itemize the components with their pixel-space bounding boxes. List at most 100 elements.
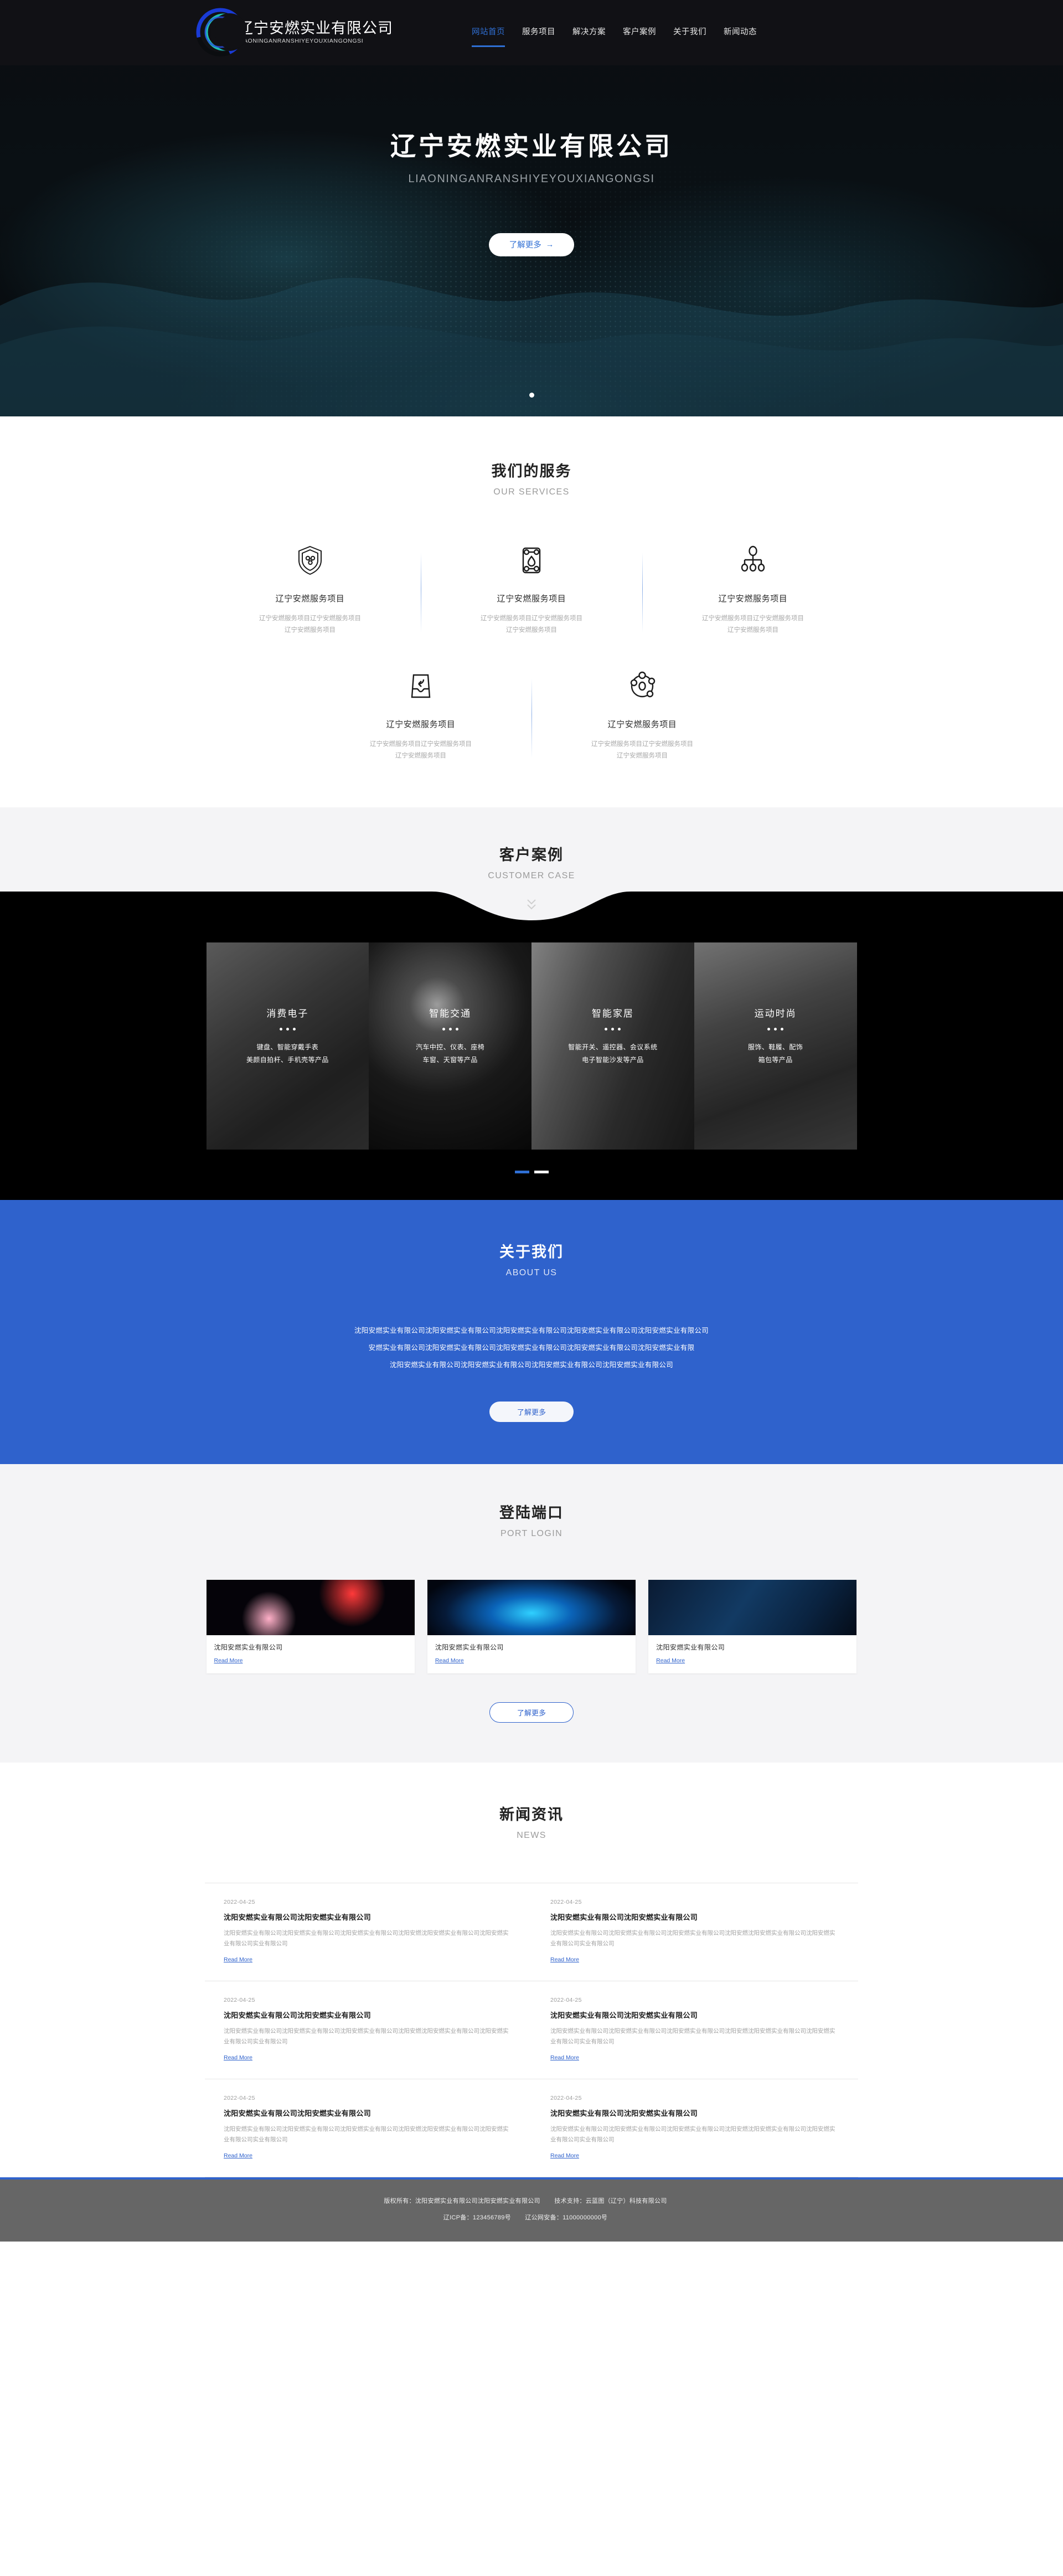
news-date: 2022-04-25	[550, 1899, 582, 1905]
nav-item-6[interactable]: 新闻动态	[724, 25, 757, 40]
case-line-1: 键盘、智能穿戴手表	[256, 1043, 319, 1051]
return-box-icon	[324, 668, 517, 704]
news-read-more-link[interactable]: Read More	[224, 2152, 252, 2159]
service-desc: 辽宁安燃服务项目辽宁安燃服务项目辽宁安燃服务项目	[370, 741, 472, 759]
service-card[interactable]: 辽宁安燃服务项目 辽宁安燃服务项目辽宁安燃服务项目辽宁安燃服务项目	[532, 668, 753, 762]
news-date: 2022-04-25	[224, 1899, 255, 1905]
news-title: 沈阳安燃实业有限公司沈阳安燃实业有限公司	[550, 2109, 698, 2118]
hierarchy-node-icon	[657, 543, 849, 578]
nav-item-1[interactable]: 网站首页	[472, 25, 505, 47]
news-title: 沈阳安燃实业有限公司沈阳安燃实业有限公司	[550, 2011, 698, 2019]
footer-line-2: 辽ICP备：123456789号 辽公网安备：11000000000号	[0, 2209, 1063, 2226]
footer-support: 技术支持：云蓝图（辽宁）科技有限公司	[554, 2198, 667, 2204]
cases-heading: 客户案例 CUSTOMER CASE	[0, 843, 1063, 881]
news-read-more-link[interactable]: Read More	[550, 2054, 579, 2061]
news-read-more-link[interactable]: Read More	[550, 2152, 579, 2159]
news-title: 沈阳安燃实业有限公司沈阳安燃实业有限公司	[550, 1913, 698, 1921]
port-read-more-link[interactable]: Read More	[435, 1657, 464, 1664]
chevron-double-down-icon[interactable]	[525, 898, 538, 915]
service-name: 辽宁安燃服务项目	[607, 720, 677, 729]
case-card[interactable]: 运动时尚服饰、鞋履、配饰 箱包等产品	[694, 942, 857, 1150]
news-title: 沈阳安燃实业有限公司沈阳安燃实业有限公司	[224, 1913, 371, 1921]
case-pagination-bar[interactable]	[534, 1171, 549, 1173]
port-card-title: 沈阳安燃实业有限公司	[435, 1644, 504, 1651]
site-header: 辽宁安燃实业有限公司 LIAONINGANRANSHIYEYOUXIANGONG…	[0, 0, 1063, 65]
service-desc: 辽宁安燃服务项目辽宁安燃服务项目辽宁安燃服务项目	[481, 615, 582, 633]
hero-pagination-dot[interactable]	[529, 393, 534, 398]
case-card[interactable]: 智能交通 汽车中控、仪表、座椅 车窗、天窗等产品	[369, 942, 532, 1150]
service-name: 辽宁安燃服务项目	[386, 720, 456, 729]
about-title-cn: 关于我们	[499, 1244, 564, 1260]
case-title: 消费电子	[266, 1008, 309, 1019]
about-section: 关于我们 ABOUT US 沈阳安燃实业有限公司沈阳安燃实业有限公司沈阳安燃实业…	[0, 1200, 1063, 1464]
news-item[interactable]: 2022-04-25 沈阳安燃实业有限公司沈阳安燃实业有限公司 沈阳安燃实业有限公司…	[205, 2079, 532, 2177]
news-read-more-link[interactable]: Read More	[224, 2054, 252, 2061]
neon-squiggle-photo	[206, 1580, 415, 1635]
nav-item-3[interactable]: 解决方案	[572, 25, 606, 40]
shield-molecule-icon	[214, 543, 406, 578]
case-line-2: 箱包等产品	[758, 1056, 793, 1064]
news-read-more-link[interactable]: Read More	[550, 1956, 579, 1963]
cases-pagination[interactable]	[0, 1171, 1063, 1173]
port-cta-button[interactable]: 了解更多	[489, 1702, 574, 1723]
case-line-2: 美颜自拍杆、手机壳等产品	[246, 1056, 329, 1064]
services-title-cn: 我们的服务	[491, 463, 572, 480]
service-card[interactable]: 辽宁安燃服务项目 辽宁安燃服务项目辽宁安燃服务项目辽宁安燃服务项目	[642, 543, 864, 636]
cases-grid: 消费电子 键盘、智能穿戴手表 美颜自拍杆、手机壳等产品 智能交通 汽车中控、仪表、座椅车…	[206, 942, 857, 1150]
port-card[interactable]: 沈阳安燃实业有限公司 Read More	[648, 1580, 857, 1673]
case-card[interactable]: 智能家居 智能开关、遥控器、会议系统 电子智能沙发等产品	[532, 942, 694, 1150]
hero-pagination[interactable]	[0, 393, 1063, 398]
news-list: 2022-04-25 沈阳安燃实业有限公司沈阳安燃实业有限公司 沈阳安燃实业有限公司…	[205, 1883, 858, 2177]
news-title-en: NEWS	[517, 1831, 546, 1840]
news-item[interactable]: 2022-04-25 沈阳安燃实业有限公司沈阳安燃实业有限公司 沈阳安燃实业有限公司…	[532, 1883, 858, 1981]
nav-item-4[interactable]: 客户案例	[623, 25, 656, 40]
nav-item-5[interactable]: 关于我们	[673, 25, 706, 40]
service-desc: 辽宁安燃服务项目辽宁安燃服务项目辽宁安燃服务项目	[591, 741, 693, 759]
footer-icp[interactable]: 辽ICP备：123456789号	[443, 2214, 511, 2221]
about-cta-button[interactable]: 了解更多	[489, 1402, 574, 1422]
service-card[interactable]: 辽宁安燃服务项目 辽宁安燃服务项目辽宁安燃服务项目辽宁安燃服务项目	[199, 543, 421, 636]
arrow-right-icon: →	[545, 240, 554, 249]
news-item[interactable]: 2022-04-25 沈阳安燃实业有限公司沈阳安燃实业有限公司 沈阳安燃实业有限公司…	[532, 2079, 858, 2177]
port-cta-label: 了解更多	[517, 1709, 546, 1717]
news-row: 2022-04-25 沈阳安燃实业有限公司沈阳安燃实业有限公司 沈阳安燃实业有限公司…	[205, 2079, 858, 2177]
port-card[interactable]: 沈阳安燃实业有限公司 Read More	[427, 1580, 636, 1673]
port-login-section: 登陆端口 PORT LOGIN 沈阳安燃实业有限公司 Read More 沈阳安燃实…	[0, 1464, 1063, 1763]
service-card[interactable]: 辽宁安燃服务项目 辽宁安燃服务项目辽宁安燃服务项目辽宁安燃服务项目	[421, 543, 642, 636]
blue-binary-photo	[427, 1580, 636, 1635]
service-card[interactable]: 辽宁安燃服务项目 辽宁安燃服务项目辽宁安燃服务项目辽宁安燃服务项目	[310, 668, 532, 762]
hero-cta-label: 了解更多	[509, 241, 541, 250]
port-card[interactable]: 沈阳安燃实业有限公司 Read More	[206, 1580, 415, 1673]
news-item[interactable]: 2022-04-25 沈阳安燃实业有限公司沈阳安燃实业有限公司 沈阳安燃实业有限公司…	[205, 1883, 532, 1981]
hero-subtitle: LIAONINGANRANSHIYEYOUXIANGONGSI	[408, 172, 655, 185]
case-title: 智能交通	[429, 1008, 472, 1019]
case-title: 运动时尚	[754, 1008, 797, 1019]
padlock-photo	[648, 1580, 857, 1635]
case-title: 智能家居	[591, 1008, 634, 1019]
news-item[interactable]: 2022-04-25 沈阳安燃实业有限公司沈阳安燃实业有限公司 沈阳安燃实业有限公司…	[205, 1981, 532, 2079]
case-dot-separator	[207, 1028, 369, 1031]
port-read-more-link[interactable]: Read More	[656, 1657, 685, 1664]
port-card-title: 沈阳安燃实业有限公司	[656, 1644, 725, 1651]
news-section: 新闻资讯 NEWS 2022-04-25 沈阳安燃实业有限公司沈阳安燃实业有限公司…	[0, 1763, 1063, 2177]
logo[interactable]: 辽宁安燃实业有限公司 LIAONINGANRANSHIYEYOUXIANGONG…	[195, 4, 393, 60]
about-heading: 关于我们 ABOUT US	[0, 1240, 1063, 1278]
footer-police-record[interactable]: 辽公网安备：11000000000号	[525, 2214, 607, 2221]
hero-cta-button[interactable]: 了解更多 →	[489, 233, 574, 256]
news-desc: 沈阳安燃实业有限公司沈阳安燃实业有限公司沈阳安燃实业有限公司沈阳安燃沈阳安燃实业…	[224, 1930, 509, 1947]
port-read-more-link[interactable]: Read More	[214, 1657, 243, 1664]
case-card[interactable]: 消费电子键盘、智能穿戴手表美颜自拍杆、手机壳等产品	[206, 942, 369, 1150]
case-line-2: 电子智能沙发等产品	[582, 1056, 644, 1064]
service-name: 辽宁安燃服务项目	[718, 594, 788, 604]
news-read-more-link[interactable]: Read More	[224, 1956, 252, 1963]
port-title-cn: 登陆端口	[499, 1505, 564, 1521]
news-item[interactable]: 2022-04-25 沈阳安燃实业有限公司沈阳安燃实业有限公司 沈阳安燃实业有限公司…	[532, 1981, 858, 2079]
services-heading: 我们的服务 OUR SERVICES	[0, 459, 1063, 497]
case-line-1: 服饰、鞋履、配饰	[748, 1043, 803, 1051]
news-desc: 沈阳安燃实业有限公司沈阳安燃实业有限公司沈阳安燃实业有限公司沈阳安燃沈阳安燃实业…	[550, 1930, 835, 1947]
nav-item-2[interactable]: 服务项目	[522, 25, 555, 40]
port-card-title: 沈阳安燃实业有限公司	[214, 1644, 283, 1651]
case-pagination-bar[interactable]	[514, 1171, 529, 1173]
site-footer: 版权所有：沈阳安燃实业有限公司沈阳安燃实业有限公司 技术支持：云蓝图（辽宁）科技…	[0, 2180, 1063, 2242]
case-dot-separator	[532, 1028, 694, 1031]
